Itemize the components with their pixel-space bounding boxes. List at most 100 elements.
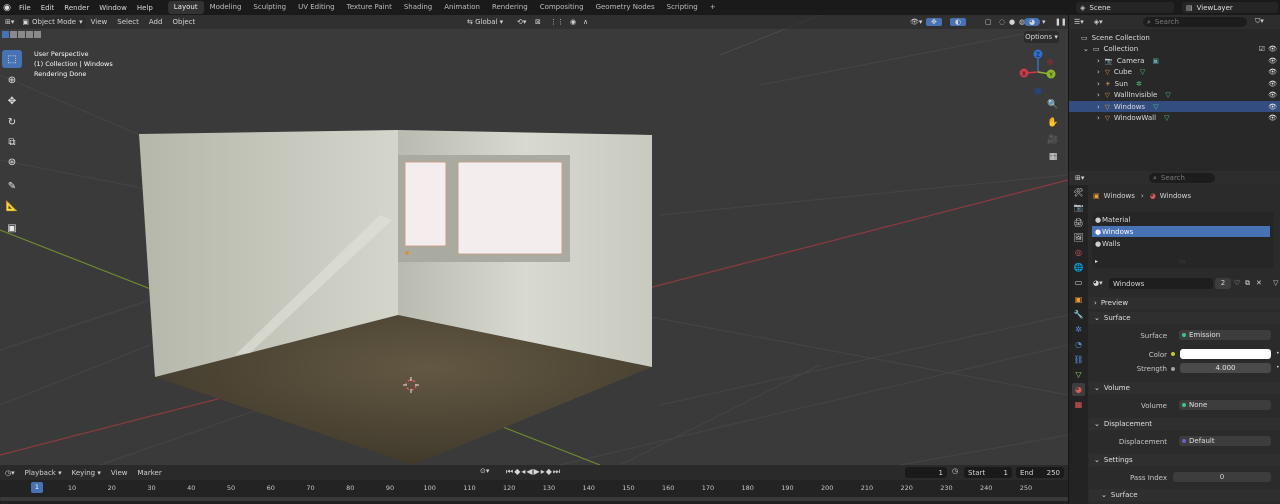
add-workspace-button[interactable]: + bbox=[704, 1, 722, 14]
select-intersect-icon[interactable] bbox=[34, 31, 41, 38]
measure-tool-icon[interactable]: 📐 bbox=[2, 197, 22, 215]
play-icon[interactable]: ▶ bbox=[534, 467, 541, 476]
jump-start-icon[interactable]: ⏮ bbox=[506, 467, 514, 476]
perspective-toggle-icon[interactable]: ▦ bbox=[1045, 149, 1061, 165]
panel-settings-surface-header[interactable]: ⌄ Surface bbox=[1089, 489, 1280, 501]
add-cube-tool-icon[interactable]: ▣ bbox=[2, 219, 22, 237]
options-button[interactable]: Options ▾ bbox=[1024, 31, 1059, 43]
eye-icon[interactable]: 👁 bbox=[1268, 114, 1277, 122]
tab-compositing[interactable]: Compositing bbox=[534, 1, 590, 14]
tab-texture-paint[interactable]: Texture Paint bbox=[341, 1, 398, 14]
tab-modifiers-icon[interactable]: 🔧 bbox=[1072, 308, 1085, 321]
menu-window[interactable]: Window bbox=[94, 4, 132, 12]
frame-ruler[interactable]: 10 20 30 40 50 60 70 80 90 100 110 120 130 140 150 160 1… bbox=[0, 481, 1068, 495]
select-subtract-icon[interactable] bbox=[18, 31, 25, 38]
cursor-tool-icon[interactable]: ⊕ bbox=[2, 71, 22, 89]
panel-surface-header[interactable]: ⌄ Surface bbox=[1089, 312, 1280, 324]
fake-user-icon[interactable]: ♡ bbox=[1234, 279, 1240, 287]
end-frame-field[interactable]: End 250 bbox=[1016, 467, 1064, 478]
panel-preview-header[interactable]: › Preview bbox=[1089, 297, 1280, 309]
tab-shading[interactable]: Shading bbox=[398, 1, 438, 14]
display-mode-icon[interactable]: ◈▾ bbox=[1089, 18, 1108, 26]
transform-tool-icon[interactable]: ⊛ bbox=[2, 153, 22, 171]
chevron-right-icon[interactable]: › bbox=[1097, 68, 1100, 76]
slot-material[interactable]: ● Material bbox=[1092, 214, 1270, 225]
eye-icon[interactable]: 👁 bbox=[1268, 57, 1277, 65]
keyframe-dot-icon[interactable]: • bbox=[1276, 350, 1280, 357]
editor-type-icon[interactable]: ⊞▾ bbox=[0, 18, 19, 26]
auto-keying-icon[interactable]: ⊙▾ bbox=[480, 467, 489, 475]
menu-playback[interactable]: Playback ▾ bbox=[20, 469, 67, 477]
eye-icon[interactable]: 👁 bbox=[1268, 45, 1277, 53]
tab-physics-icon[interactable]: ◔ bbox=[1072, 338, 1085, 351]
object-data-light-icon[interactable]: ✲ bbox=[1136, 80, 1142, 88]
strength-slider[interactable]: 4.000 bbox=[1180, 363, 1271, 373]
pass-index-field[interactable]: 0 bbox=[1173, 472, 1271, 482]
tab-texture-icon[interactable]: ▦ bbox=[1072, 398, 1085, 411]
menu-view[interactable]: View bbox=[86, 18, 113, 26]
object-data-mesh-icon[interactable]: ▽ bbox=[1164, 114, 1169, 122]
tab-geometry-nodes[interactable]: Geometry Nodes bbox=[590, 1, 661, 14]
playhead[interactable]: 1 bbox=[31, 482, 43, 493]
menu-keying[interactable]: Keying ▾ bbox=[67, 469, 106, 477]
blender-logo-icon[interactable]: ◉ bbox=[0, 0, 14, 15]
checkbox-icon[interactable]: ☑ bbox=[1259, 45, 1265, 53]
rotate-tool-icon[interactable]: ↻ bbox=[2, 113, 22, 131]
surface-shader-field[interactable]: Emission bbox=[1179, 330, 1271, 340]
panel-volume-header[interactable]: ⌄ Volume bbox=[1089, 382, 1280, 394]
outliner-item-camera[interactable]: › 📷 Camera ▣ 👁 bbox=[1069, 55, 1280, 66]
window-pane-right[interactable] bbox=[457, 161, 563, 255]
tab-tool-icon[interactable]: 🛠 bbox=[1072, 186, 1085, 199]
tab-render-icon[interactable]: 📷 bbox=[1072, 201, 1085, 214]
slot-windows[interactable]: ● Windows bbox=[1092, 226, 1270, 237]
pause-render-icon[interactable]: ❚❚ bbox=[1050, 18, 1068, 26]
panel-displacement-header[interactable]: ⌄ Displacement bbox=[1089, 418, 1280, 430]
chevron-right-icon[interactable]: › bbox=[1097, 103, 1100, 111]
navigation-gizmo[interactable]: Z X Y bbox=[1019, 49, 1056, 95]
shading-options-icon[interactable]: ▾ bbox=[1037, 18, 1051, 26]
chevron-right-icon[interactable]: › bbox=[1097, 91, 1100, 99]
view-layer-selector[interactable]: ▤ ViewLayer bbox=[1182, 2, 1278, 13]
outliner-item-cube[interactable]: › ▽ Cube ▽ 👁 bbox=[1069, 67, 1280, 78]
timeline-scrollbar[interactable] bbox=[0, 497, 1068, 501]
outliner-item-windowwall[interactable]: › ▽ WindowWall ▽ 👁 bbox=[1069, 113, 1280, 124]
next-keyframe-icon[interactable]: ▸◆ bbox=[541, 467, 553, 476]
panel-settings-header[interactable]: ⌄ Settings bbox=[1089, 454, 1280, 466]
jump-end-icon[interactable]: ⏭ bbox=[553, 467, 561, 476]
camera-view-icon[interactable]: 🎥 bbox=[1045, 132, 1061, 148]
chevron-right-icon[interactable]: › bbox=[1097, 80, 1100, 88]
filter-icon[interactable]: ⛉▾ bbox=[1255, 17, 1264, 26]
tab-scene-icon[interactable]: ◎ bbox=[1072, 246, 1085, 259]
start-frame-field[interactable]: Start 1 bbox=[964, 467, 1012, 478]
scene-selector[interactable]: ◈ Scene bbox=[1076, 2, 1174, 13]
menu-select[interactable]: Select bbox=[112, 18, 144, 26]
tab-particles-icon[interactable]: ✲ bbox=[1072, 323, 1085, 336]
collection-row[interactable]: ⌄ ▭ Collection ☑ 👁 bbox=[1069, 43, 1280, 54]
expand-chevron-icon[interactable]: ⌄ bbox=[1083, 45, 1089, 53]
preview-range-icon[interactable]: ◷ bbox=[952, 467, 958, 475]
move-tool-icon[interactable]: ✥ bbox=[2, 92, 22, 110]
tab-constraints-icon[interactable]: ⛓ bbox=[1072, 353, 1085, 366]
properties-editor-type-icon[interactable]: ⊞▾ bbox=[1075, 174, 1084, 182]
pan-hand-icon[interactable]: ✋ bbox=[1045, 115, 1061, 131]
eye-icon[interactable]: 👁 bbox=[1268, 103, 1277, 111]
window-pane-left[interactable] bbox=[404, 161, 447, 247]
outliner-search-input[interactable]: ⌕ Search bbox=[1143, 17, 1247, 27]
volume-shader-field[interactable]: None bbox=[1179, 400, 1271, 410]
tab-rendering[interactable]: Rendering bbox=[486, 1, 534, 14]
menu-edit[interactable]: Edit bbox=[36, 4, 60, 12]
scene-collection-row[interactable]: ▭ Scene Collection bbox=[1069, 32, 1280, 43]
tab-animation[interactable]: Animation bbox=[438, 1, 486, 14]
user-count-button[interactable]: 2 bbox=[1215, 278, 1231, 289]
proportional-falloff-icon[interactable]: ∧ bbox=[578, 18, 593, 26]
transform-orientation-selector[interactable]: ⇆ Global ▾ bbox=[462, 18, 508, 26]
chevron-right-icon[interactable]: › bbox=[1097, 114, 1100, 122]
list-resize-handle[interactable]: :::: bbox=[1179, 259, 1186, 265]
3d-viewport[interactable]: Z X Y ⊞▾ ▣ Object Mode ▾ View Select Add… bbox=[0, 15, 1068, 465]
tab-world-icon[interactable]: 🌐 bbox=[1072, 261, 1085, 274]
tab-modeling[interactable]: Modeling bbox=[204, 1, 248, 14]
tab-layout[interactable]: Layout bbox=[167, 1, 204, 14]
menu-object[interactable]: Object bbox=[167, 18, 200, 26]
tab-object-icon[interactable]: ▣ bbox=[1072, 293, 1085, 306]
overlay-toggle-icon[interactable]: ◐ bbox=[950, 18, 967, 26]
